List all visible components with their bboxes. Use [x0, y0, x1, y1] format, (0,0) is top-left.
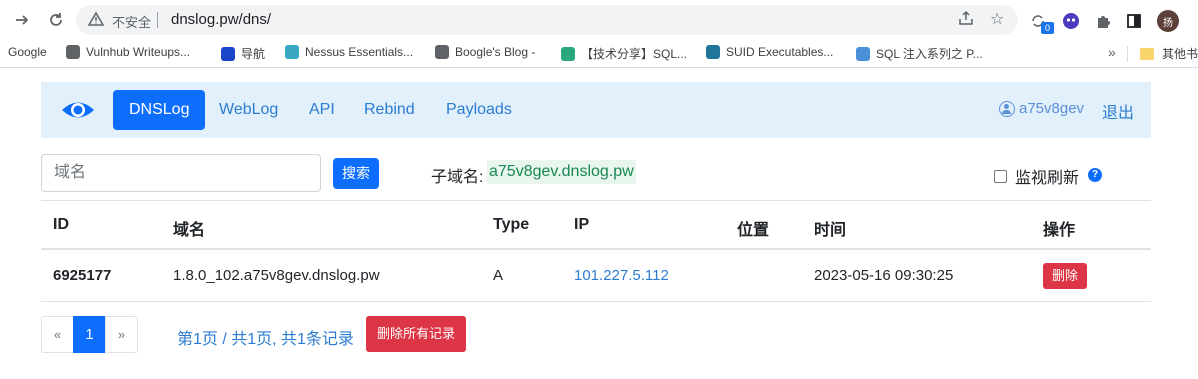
eye-logo-icon[interactable]: [61, 97, 95, 123]
divider: [157, 12, 158, 28]
address-bar[interactable]: 不安全 dnslog.pw/dns/ ☆: [76, 5, 1018, 35]
profile-avatar[interactable]: 扬: [1157, 10, 1179, 32]
logout-link[interactable]: 退出: [1102, 99, 1134, 123]
page-prev-button[interactable]: «: [41, 316, 74, 353]
warning-icon[interactable]: [87, 11, 105, 30]
cell-ip-link[interactable]: 101.227.5.112: [574, 267, 669, 284]
page-current-button[interactable]: 1: [73, 316, 106, 353]
bookmark-item[interactable]: Boogle's Blog -: [435, 45, 535, 59]
page-next-button[interactable]: »: [105, 316, 138, 353]
user-icon: [999, 100, 1015, 117]
cell-time: 2023-05-16 09:30:25: [814, 267, 954, 284]
security-label[interactable]: 不安全: [112, 12, 151, 31]
reload-icon: [50, 13, 62, 26]
col-header-id: ID: [53, 216, 69, 233]
forward-button[interactable]: [10, 8, 34, 32]
nav-weblog[interactable]: WebLog: [203, 90, 294, 130]
pagination: « 1 »: [41, 316, 138, 353]
table-border: [41, 301, 1151, 302]
delete-row-button[interactable]: 删除: [1043, 263, 1087, 289]
monitor-refresh-label: 监视刷新: [1015, 170, 1080, 187]
search-button[interactable]: 搜索: [333, 158, 379, 189]
monitor-refresh-toggle[interactable]: 监视刷新: [994, 164, 1079, 188]
bookmark-label: 【技术分享】SQL...: [581, 47, 688, 61]
bookmark-label: 导航: [241, 47, 266, 61]
col-header-type: Type: [493, 216, 530, 233]
bookmark-folder-other[interactable]: 其他书: [1140, 45, 1198, 62]
col-header-location: 位置: [737, 222, 770, 239]
col-header-time: 时间: [814, 222, 847, 239]
cell-id: 6925177: [53, 267, 112, 284]
cell-domain: 1.8.0_102.a75v8gev.dnslog.pw: [173, 267, 380, 284]
col-header-action: 操作: [1043, 222, 1076, 239]
bookmark-star-icon[interactable]: ☆: [990, 9, 1004, 29]
bookmark-item[interactable]: Nessus Essentials...: [285, 45, 413, 59]
extension-badge: 0: [1041, 22, 1054, 34]
puzzle-extensions-icon[interactable]: [1095, 10, 1111, 32]
cell-type: A: [493, 267, 504, 284]
username: a75v8gev: [1019, 100, 1085, 117]
bookmark-item[interactable]: 【技术分享】SQL...: [561, 45, 687, 62]
ghost-extension-icon[interactable]: [1062, 10, 1080, 32]
bookmark-label: Boogle's Blog -: [455, 45, 536, 59]
layers-icon: [856, 46, 870, 61]
wordpress-icon: [706, 45, 720, 59]
help-icon[interactable]: ?: [1088, 168, 1102, 182]
bookmark-label: SUID Executables...: [726, 45, 834, 59]
nav-api[interactable]: API: [293, 90, 351, 130]
bookmark-item[interactable]: Google: [8, 45, 47, 59]
nav-rebind[interactable]: Rebind: [348, 90, 431, 130]
reload-button[interactable]: [44, 8, 68, 32]
bookmark-label: Nessus Essentials...: [305, 45, 414, 59]
bookmark-item[interactable]: Vulnhub Writeups...: [66, 45, 190, 59]
browser-toolbar: 不安全 dnslog.pw/dns/ ☆ 0 扬: [0, 0, 1198, 40]
e-icon: [561, 46, 575, 61]
bookmark-label: SQL 注入系列之 P...: [876, 47, 983, 61]
monitor-refresh-checkbox[interactable]: [994, 169, 1007, 183]
subdomain-value[interactable]: a75v8gev.dnslog.pw: [487, 160, 636, 184]
bookmark-folder-label: 其他书: [1162, 47, 1198, 61]
domain-search-input[interactable]: [41, 154, 321, 192]
top-navbar: DNSLog WebLog API Rebind Payloads a75v8g…: [41, 82, 1151, 138]
folder-icon: [1140, 47, 1154, 60]
delete-all-button[interactable]: 删除所有记录: [366, 316, 466, 352]
nav-payloads[interactable]: Payloads: [430, 90, 528, 130]
col-header-ip: IP: [574, 216, 590, 233]
col-header-domain: 域名: [173, 222, 206, 239]
divider: [1127, 46, 1128, 62]
share-icon[interactable]: [958, 10, 974, 30]
side-panel-icon[interactable]: [1126, 10, 1142, 32]
bookmark-item[interactable]: 导航: [221, 45, 265, 62]
user-menu[interactable]: a75v8gev: [999, 100, 1084, 117]
bookmarks-more-button[interactable]: »: [1108, 44, 1116, 60]
nav-dnslog[interactable]: DNSLog: [113, 90, 206, 130]
bookmark-item[interactable]: SUID Executables...: [706, 45, 833, 59]
table-border: [41, 200, 1151, 201]
bookmark-label: Google: [8, 45, 47, 59]
nessus-icon: [285, 45, 299, 59]
url-text[interactable]: dnslog.pw/dns/: [171, 11, 271, 28]
arrow-right-icon: [16, 15, 29, 25]
table-header-border: [41, 248, 1151, 250]
globe-icon: [66, 45, 80, 59]
bookmark-item[interactable]: SQL 注入系列之 P...: [856, 45, 983, 62]
bookmark-label: Vulnhub Writeups...: [86, 45, 191, 59]
pagination-info: 第1页 / 共1页, 共1条记录: [177, 331, 354, 348]
bolt-icon: [435, 45, 449, 59]
shield-icon: [221, 46, 235, 61]
subdomain-label: 子域名:: [431, 169, 484, 186]
